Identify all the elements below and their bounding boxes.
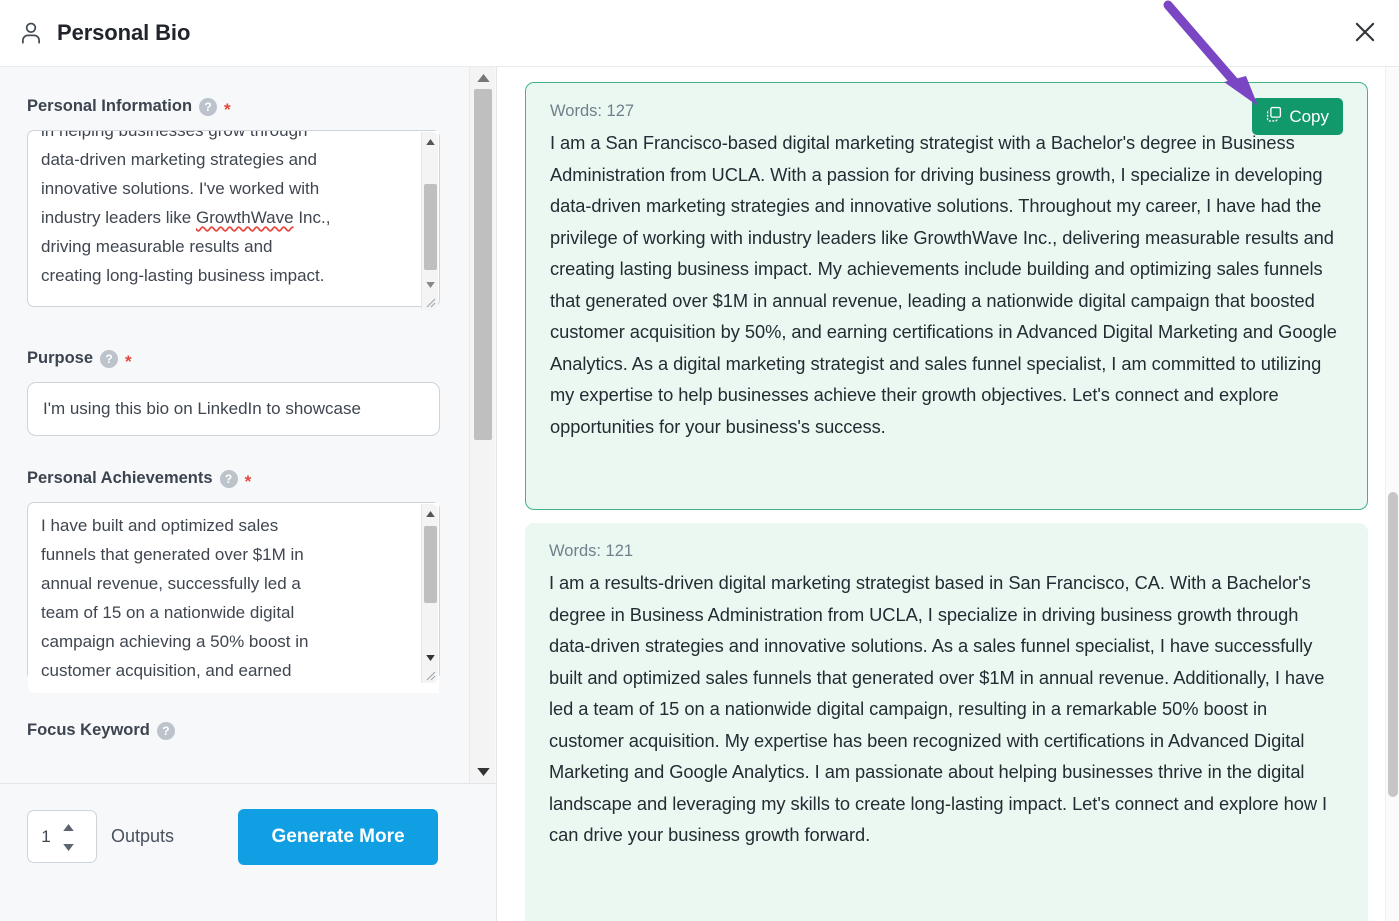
- header-left-group: Personal Bio: [18, 19, 190, 47]
- purpose-input[interactable]: [27, 382, 440, 436]
- field-focus-keyword: Focus Keyword ?: [27, 721, 470, 740]
- scrollbar-thumb[interactable]: [424, 184, 437, 270]
- required-marker: *: [125, 352, 132, 371]
- help-circle-icon[interactable]: ?: [156, 721, 175, 740]
- word-count-label: Words: 127: [550, 102, 635, 120]
- outputs-label: Outputs: [111, 826, 175, 846]
- scroll-down-arrow-icon[interactable]: [422, 277, 439, 292]
- result-text: I am a San Francisco-based digital marke…: [550, 132, 1337, 437]
- scroll-down-arrow-icon[interactable]: [422, 650, 439, 665]
- label-text: Personal Achievements: [27, 469, 213, 487]
- label-personal-information: Personal Information ? *: [27, 97, 470, 119]
- label-personal-achievements: Personal Achievements ? *: [27, 469, 470, 491]
- scroll-down-arrow-icon[interactable]: [470, 763, 496, 781]
- resize-handle-icon[interactable]: [424, 296, 437, 309]
- word-count-label: Words: 121: [549, 542, 634, 560]
- form-panel-scrollbar[interactable]: [469, 67, 495, 783]
- label-text: Focus Keyword: [27, 721, 150, 739]
- personal-information-scrollbar[interactable]: [421, 132, 438, 310]
- person-icon: [18, 19, 44, 47]
- copy-icon: [1266, 106, 1282, 127]
- personal-information-input[interactable]: [27, 130, 440, 307]
- form-panel: Personal Information ? * in helping busi…: [0, 67, 497, 921]
- result-card[interactable]: Words: 121 I am a results-driven digital…: [525, 523, 1368, 921]
- personal-bio-dialog: Personal Bio Personal Information ? * da…: [0, 0, 1399, 921]
- close-icon: [1352, 19, 1378, 48]
- scrollbar-thumb[interactable]: [1388, 492, 1398, 797]
- copy-button[interactable]: Copy: [1252, 98, 1343, 135]
- result-text: I am a results-driven digital marketing …: [549, 572, 1328, 845]
- outputs-value: 1: [41, 826, 51, 846]
- scroll-up-arrow-icon[interactable]: [422, 506, 439, 521]
- label-text: Purpose: [27, 349, 94, 367]
- resize-handle-icon[interactable]: [424, 669, 437, 682]
- stepper-arrows[interactable]: [63, 818, 74, 856]
- personal-information-textarea-wrap: in helping businesses grow through data-…: [27, 130, 440, 312]
- results-panel: Words: 127 I am a San Francisco-based di…: [497, 67, 1399, 921]
- outputs-stepper[interactable]: 1: [27, 810, 97, 863]
- field-purpose: Purpose ? *: [27, 349, 470, 436]
- copy-label: Copy: [1289, 106, 1329, 126]
- label-focus-keyword: Focus Keyword ?: [27, 721, 470, 740]
- stepper-down-arrow-icon[interactable]: [63, 838, 74, 856]
- required-marker: *: [244, 472, 252, 491]
- label-text: Personal Information: [27, 97, 193, 115]
- form-actions-bar: 1 Outputs Generate More: [0, 783, 496, 889]
- personal-achievements-textarea-wrap: I have built and optimized sales funnels…: [27, 502, 440, 693]
- scroll-up-arrow-icon[interactable]: [422, 134, 439, 149]
- label-purpose: Purpose ? *: [27, 349, 470, 371]
- scroll-up-arrow-icon[interactable]: [470, 69, 496, 87]
- help-circle-icon[interactable]: ?: [100, 349, 119, 368]
- generate-more-button[interactable]: Generate More: [238, 808, 439, 865]
- result-card[interactable]: Words: 127 I am a San Francisco-based di…: [525, 82, 1368, 510]
- close-button[interactable]: [1348, 16, 1382, 50]
- personal-achievements-scrollbar[interactable]: [421, 504, 438, 683]
- help-circle-icon[interactable]: ?: [219, 469, 238, 488]
- dialog-header: Personal Bio: [0, 0, 1399, 67]
- stepper-up-arrow-icon[interactable]: [63, 818, 74, 836]
- help-circle-icon[interactable]: ?: [199, 97, 218, 116]
- field-personal-information: Personal Information ? * in helping busi…: [27, 97, 470, 312]
- required-marker: *: [224, 100, 231, 119]
- personal-achievements-input[interactable]: [27, 502, 440, 680]
- page-title: Personal Bio: [57, 20, 191, 45]
- results-panel-scrollbar[interactable]: [1385, 67, 1399, 921]
- form-scroll-area: Personal Information ? * in helping busi…: [0, 67, 470, 783]
- scrollbar-thumb[interactable]: [474, 89, 492, 440]
- scrollbar-thumb[interactable]: [424, 526, 437, 603]
- field-personal-achievements: Personal Achievements ? * I have built a…: [27, 469, 470, 693]
